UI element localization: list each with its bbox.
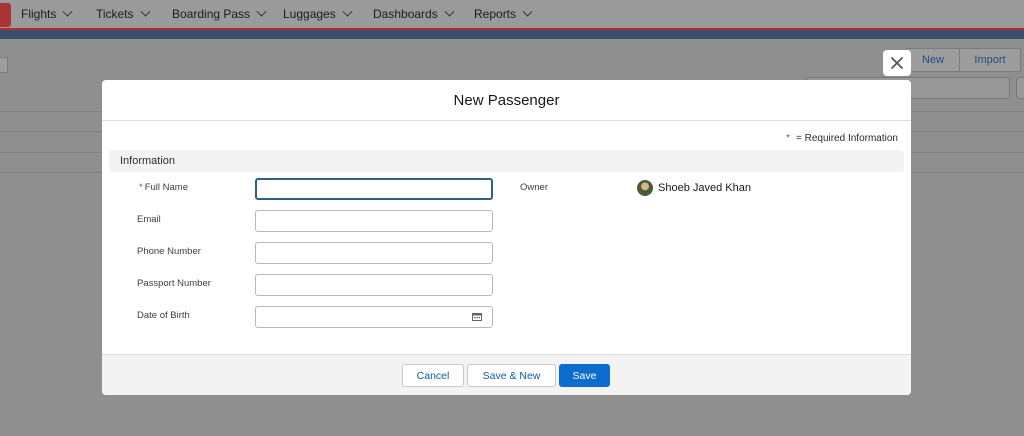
section-header-information[interactable]: Information — [109, 150, 904, 172]
app-launcher-edge[interactable] — [0, 3, 11, 27]
nav-item-dashboards[interactable]: Dashboards — [373, 0, 455, 29]
header-band — [0, 30, 1024, 39]
nav-item-flights[interactable]: Flights — [21, 0, 73, 29]
background-new-button[interactable]: New — [906, 48, 960, 72]
full-name-input[interactable] — [255, 178, 493, 200]
required-star: * — [786, 133, 790, 144]
nav-item-luggages[interactable]: Luggages — [283, 0, 353, 29]
cancel-button[interactable]: Cancel — [402, 364, 464, 387]
date-of-birth-input[interactable] — [255, 306, 493, 328]
owner-label: Owner — [520, 182, 548, 193]
owner-name[interactable]: Shoeb Javed Khan — [658, 182, 751, 194]
nav-item-label: Reports — [474, 7, 517, 21]
new-passenger-modal: New Passenger * = Required Information In… — [102, 80, 911, 395]
required-note-text: = Required Information — [795, 133, 898, 144]
modal-title: New Passenger — [453, 91, 560, 109]
modal-header: New Passenger — [102, 80, 911, 121]
date-of-birth-label: Date of Birth — [137, 310, 190, 321]
chevron-down-icon[interactable] — [140, 6, 151, 17]
section-title: Information — [120, 155, 176, 167]
background-import-button[interactable]: Import — [959, 48, 1021, 72]
required-star: * — [139, 182, 143, 193]
nav-item-label: Luggages — [283, 7, 336, 21]
modal-footer: Cancel Save & New Save — [102, 354, 911, 395]
chevron-down-icon[interactable] — [522, 6, 533, 17]
full-name-label-text: Full Name — [144, 182, 188, 193]
full-name-label: * Full Name — [139, 182, 188, 193]
nav-item-label: Tickets — [96, 7, 134, 21]
background-left-button[interactable] — [0, 57, 8, 73]
nav-item-tickets[interactable]: Tickets — [96, 0, 151, 29]
chevron-down-icon[interactable] — [444, 6, 455, 17]
chevron-down-icon[interactable] — [62, 6, 73, 17]
background-filter-button[interactable] — [1016, 77, 1024, 99]
phone-number-label: Phone Number — [137, 246, 201, 257]
save-and-new-button[interactable]: Save & New — [467, 364, 556, 387]
close-icon — [891, 57, 903, 69]
chevron-down-icon[interactable] — [342, 6, 353, 17]
save-button[interactable]: Save — [559, 364, 610, 387]
nav-item-reports[interactable]: Reports — [474, 0, 533, 29]
nav-item-label: Flights — [21, 7, 57, 21]
avatar — [637, 180, 653, 196]
nav-item-label: Dashboards — [373, 7, 438, 21]
nav-item-boarding-pass[interactable]: Boarding Pass — [172, 0, 267, 29]
modal-close-button[interactable] — [883, 50, 911, 76]
nav-item-label: Boarding Pass — [172, 7, 251, 21]
phone-number-input[interactable] — [255, 242, 493, 264]
email-label: Email — [137, 214, 161, 225]
top-nav-bar: Flights Tickets Boarding Pass Luggages D… — [0, 0, 1024, 30]
email-input[interactable] — [255, 210, 493, 232]
calendar-icon[interactable] — [472, 312, 482, 321]
required-information-note: * = Required Information — [786, 133, 898, 144]
owner-value[interactable]: Shoeb Javed Khan — [637, 180, 751, 196]
passport-number-input[interactable] — [255, 274, 493, 296]
passport-number-label: Passport Number — [137, 278, 211, 289]
chevron-down-icon[interactable] — [256, 6, 267, 17]
